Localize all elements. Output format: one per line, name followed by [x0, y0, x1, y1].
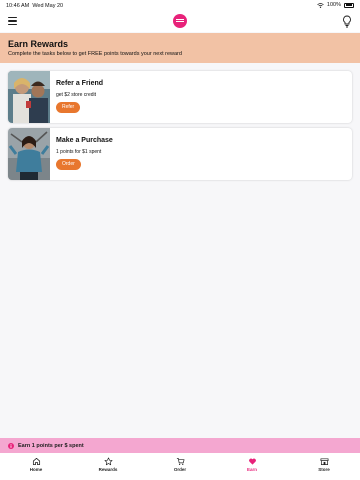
status-time-text: 10:46 AM [6, 3, 30, 9]
info-icon [8, 442, 14, 449]
purchase-photo [8, 128, 50, 180]
status-bar: 10:46 AM Wed May 20 100% [0, 0, 360, 12]
tab-home[interactable]: Home [0, 453, 72, 480]
task-description: get $2 store credit [56, 92, 97, 98]
brand-logo [173, 14, 187, 28]
wifi-icon [317, 2, 324, 8]
home-icon [32, 457, 40, 466]
refer-button[interactable]: Refer [56, 102, 81, 113]
store-icon [320, 458, 328, 466]
tab-rewards[interactable]: Rewards [72, 453, 144, 480]
refer-photo [8, 71, 50, 123]
heart-icon [248, 458, 256, 465]
tab-label: Rewards [98, 467, 118, 472]
banner-title: Earn Rewards [8, 39, 69, 49]
lightbulb-icon[interactable] [342, 15, 352, 28]
points-promo-bar: Earn 1 points per $ spent [0, 438, 360, 453]
status-date-text: Wed May 20 [32, 3, 64, 9]
tab-label: Earn [246, 467, 257, 472]
task-card-purchase[interactable]: Make a Purchase 1 points for $1 spent Or… [8, 128, 352, 180]
status-time: 10:46 AM Wed May 20 [6, 3, 63, 9]
tab-label: Store [318, 467, 330, 472]
tab-label: Order [173, 467, 187, 472]
task-title: Make a Purchase [56, 137, 113, 144]
tab-store[interactable]: Store [288, 453, 360, 480]
star-icon [104, 457, 112, 466]
order-button[interactable]: Order [56, 159, 81, 170]
bottom-tab-bar: Home Rewards Order Earn Store [0, 453, 360, 480]
cart-icon [176, 457, 184, 466]
tab-label: Home [29, 467, 43, 472]
banner-subtitle: Complete the tasks below to get FREE poi… [8, 51, 182, 57]
task-title: Refer a Friend [56, 80, 104, 87]
battery-percent: 100% [326, 2, 341, 8]
task-description: 1 points for $1 spent [56, 149, 102, 155]
earn-rewards-banner: Earn Rewards Complete the tasks below to… [0, 33, 360, 63]
tab-earn[interactable]: Earn [216, 453, 288, 480]
menu-icon[interactable] [8, 17, 17, 25]
task-card-refer[interactable]: Refer a Friend get $2 store credit Refer [8, 71, 352, 123]
promo-text: Earn 1 points per $ spent [18, 442, 84, 449]
battery-icon [344, 2, 354, 8]
tab-order[interactable]: Order [144, 453, 216, 480]
status-right: 100% [317, 2, 354, 8]
top-bar [0, 12, 360, 32]
